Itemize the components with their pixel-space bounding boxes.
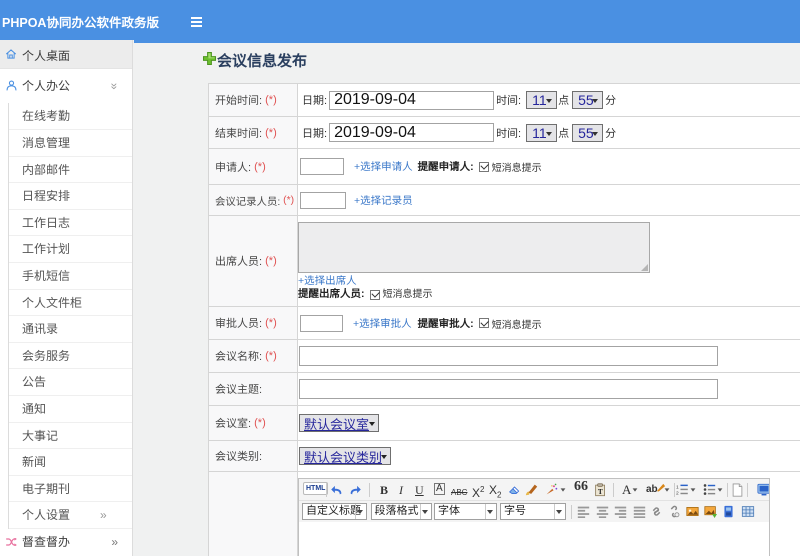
svg-text:T: T xyxy=(598,487,603,496)
svg-text:1: 1 xyxy=(676,484,679,490)
svg-text:2: 2 xyxy=(676,490,679,496)
